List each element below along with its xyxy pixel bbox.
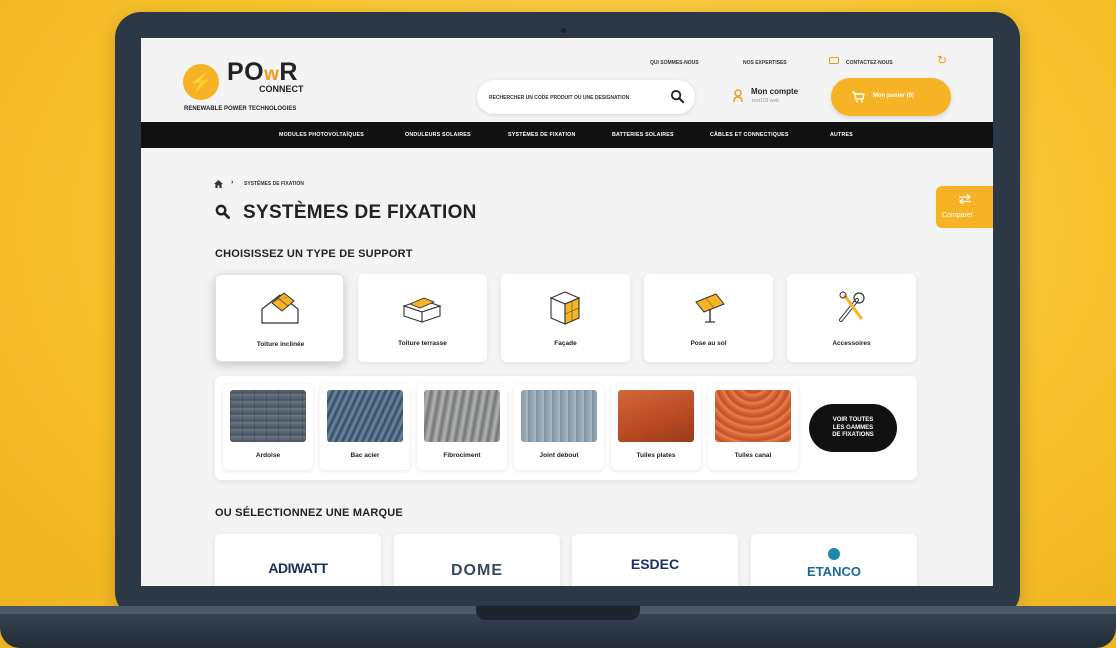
expertise-link[interactable]: NOS EXPERTISES <box>743 60 787 66</box>
slate-roof-image <box>230 390 306 442</box>
support-card-facade[interactable]: Façade <box>501 274 630 362</box>
account-label[interactable]: Mon compte <box>751 87 798 96</box>
support-card-flat[interactable]: Toiture terrasse <box>358 274 487 362</box>
roof-card-tuiles-plates[interactable]: Tuiles plates <box>611 384 701 470</box>
roof-card-ardoise[interactable]: Ardoise <box>223 384 313 470</box>
brand-section-title: OU SÉLECTIONNEZ UNE MARQUE <box>215 507 403 519</box>
cart-icon <box>852 91 865 103</box>
mail-icon[interactable] <box>829 57 839 64</box>
search-icon <box>215 204 230 219</box>
page-title: SYSTÈMES DE FIXATION <box>243 202 477 223</box>
roof-label: Ardoise <box>255 452 281 459</box>
roof-label: Bac acier <box>350 452 380 459</box>
facade-icon <box>549 291 581 325</box>
brand-card-etanco[interactable]: ETANCO <box>751 534 917 586</box>
browser-screen: ⚡ POwR CONNECT RENEWABLE POWER TECHNOLOG… <box>141 38 993 586</box>
support-card-accessories[interactable]: Accessoires <box>787 274 916 362</box>
main-nav: MODULES PHOTOVOLTAÏQUES ONDULEURS SOLAIR… <box>141 122 993 148</box>
brand-logo: ESDEC <box>630 556 680 572</box>
fibercement-roof-image <box>424 390 500 442</box>
roof-label: Fibrociment <box>443 452 481 459</box>
roof-label: Joint debout <box>539 452 579 459</box>
logo-title[interactable]: POwR <box>227 58 298 87</box>
compare-arrows-icon <box>958 194 972 204</box>
search-placeholder: RECHERCHER UN CODE PRODUIT OU UNE DESIGN… <box>489 95 630 101</box>
support-card-inclined[interactable]: Toiture inclinée <box>215 274 344 362</box>
roof-card-bac-acier[interactable]: Bac acier <box>320 384 410 470</box>
flat-tiles-image <box>618 390 694 442</box>
webcam <box>561 28 566 33</box>
roof-label: Tuiles plates <box>636 452 676 459</box>
brand-logo: ETANCO <box>807 564 861 579</box>
see-all-line: DE FIXATIONS <box>832 432 874 438</box>
search-input[interactable]: RECHERCHER UN CODE PRODUIT OU UNE DESIGN… <box>477 80 695 114</box>
logo-tagline: RENEWABLE POWER TECHNOLOGIES <box>184 106 297 112</box>
breadcrumb-chevron-icon: › <box>231 179 234 186</box>
nav-item-onduleurs[interactable]: ONDULEURS SOLAIRES <box>405 132 471 138</box>
breadcrumb-current: SYSTÈMES DE FIXATION <box>244 181 304 187</box>
brand-logo: ADIWATT <box>268 560 328 576</box>
support-label: Pose au sol <box>690 340 727 347</box>
nav-item-autres[interactable]: AUTRES <box>830 132 853 138</box>
inclined-roof-icon <box>261 292 299 324</box>
lightning-icon[interactable]: ⚡ <box>183 64 219 100</box>
brand-card-esdec[interactable]: ESDEC <box>572 534 738 586</box>
ground-mount-icon <box>695 293 725 323</box>
standing-seam-roof-image <box>521 390 597 442</box>
see-all-line: LES GAMMES <box>832 424 874 431</box>
support-label: Toiture inclinée <box>256 341 305 348</box>
nav-item-cables[interactable]: CÂBLES ET CONNECTIQUES <box>710 132 789 138</box>
roof-card-fibrociment[interactable]: Fibrociment <box>417 384 507 470</box>
wrench-icon <box>839 291 865 322</box>
compare-button[interactable]: Comparer <box>936 186 993 228</box>
cart-button[interactable]: Mon panier (0) <box>831 78 951 116</box>
contact-link[interactable]: CONTACTEZ-NOUS <box>846 60 893 66</box>
see-all-line: VOIR TOUTES <box>832 417 874 423</box>
steel-roof-image <box>327 390 403 442</box>
roof-label: Tuiles canal <box>734 452 772 459</box>
home-icon[interactable] <box>214 180 223 188</box>
support-label: Façade <box>554 340 577 347</box>
nav-item-batteries[interactable]: BATTERIES SOLAIRES <box>612 132 674 138</box>
cart-label: Mon panier (0) <box>873 93 915 99</box>
support-card-ground[interactable]: Pose au sol <box>644 274 773 362</box>
roof-card-joint-debout[interactable]: Joint debout <box>514 384 604 470</box>
about-link[interactable]: QUI SOMMES-NOUS <box>650 60 699 66</box>
canal-tiles-image <box>715 390 791 442</box>
brand-card-adiwatt[interactable]: ADIWATT <box>215 534 381 586</box>
nav-item-fixation[interactable]: SYSTÈMES DE FIXATION <box>508 132 575 138</box>
account-username: test103 web <box>752 98 779 104</box>
user-icon[interactable] <box>733 89 743 103</box>
brand-card-dome[interactable]: DOME <box>394 534 560 586</box>
see-all-ranges-button[interactable]: VOIR TOUTES LES GAMMES DE FIXATIONS <box>809 404 897 452</box>
support-section-title: CHOISISSEZ UN TYPE DE SUPPORT <box>215 248 413 260</box>
laptop-notch <box>476 606 640 620</box>
support-label: Toiture terrasse <box>398 340 447 347</box>
brand-logo: DOME <box>451 562 503 579</box>
flat-roof-icon <box>402 297 442 323</box>
site-header: ⚡ POwR CONNECT RENEWABLE POWER TECHNOLOG… <box>141 38 993 122</box>
support-label: Accessoires <box>832 340 871 347</box>
nav-item-modules[interactable]: MODULES PHOTOVOLTAÏQUES <box>279 132 364 138</box>
refresh-icon[interactable]: ↻ <box>937 54 949 66</box>
logo-connect: CONNECT <box>259 84 304 94</box>
roof-card-tuiles-canal[interactable]: Tuiles canal <box>708 384 798 470</box>
etanco-drop-icon <box>828 548 840 560</box>
compare-label: Comparer <box>942 212 974 219</box>
search-icon[interactable] <box>670 89 685 104</box>
